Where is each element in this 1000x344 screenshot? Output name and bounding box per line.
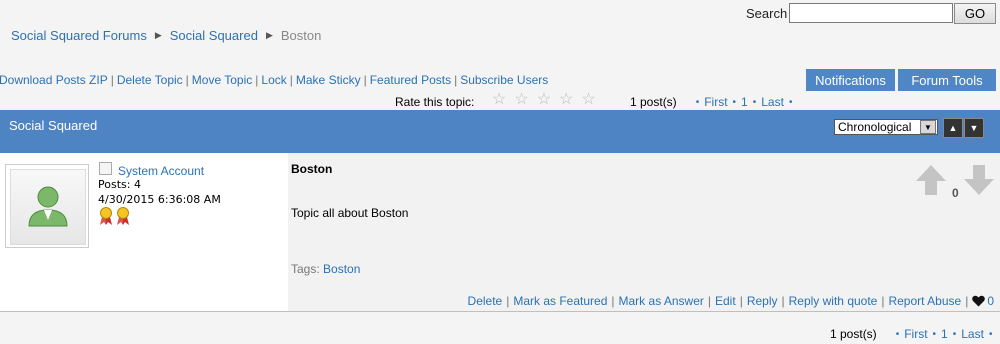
subscribe-users-link[interactable]: Subscribe Users — [460, 73, 548, 87]
post-tags: Tags: Boston — [291, 262, 360, 276]
vote-count: 0 — [952, 186, 959, 200]
make-sticky-link[interactable]: Make Sticky — [296, 73, 361, 87]
star-icon[interactable]: ☆ — [492, 89, 506, 109]
user-icon — [28, 186, 68, 227]
arrow-up-icon: ▲ — [948, 123, 958, 133]
reply-link[interactable]: Reply — [747, 294, 778, 308]
pager-last[interactable]: Last — [961, 327, 984, 341]
post-actions: Delete | Mark as Featured | Mark as Answer… — [467, 294, 994, 308]
sort-descending-button[interactable]: ▼ — [964, 118, 984, 138]
post-date: 4/30/2015 6:36:08 AM — [98, 193, 221, 206]
pager-first[interactable]: First — [704, 95, 727, 109]
breadcrumb-social-squared[interactable]: Social Squared — [170, 28, 258, 43]
breadcrumb: Social Squared Forums ▶ Social Squared ▶… — [11, 28, 321, 43]
tags-label: Tags: — [291, 262, 320, 276]
breadcrumb-forums[interactable]: Social Squared Forums — [11, 28, 147, 43]
badges — [99, 207, 130, 225]
avatar[interactable] — [5, 164, 89, 248]
bullet-icon: • — [988, 328, 993, 340]
star-icon[interactable]: ☆ — [581, 89, 595, 109]
tag-link[interactable]: Boston — [323, 262, 360, 276]
sort-ascending-button[interactable]: ▲ — [943, 118, 963, 138]
pager-bottom: 1 post(s) • First • 1 • Last • — [830, 327, 997, 341]
like-button[interactable]: 0 — [972, 294, 994, 308]
notifications-button[interactable]: Notifications — [806, 69, 895, 91]
star-icon[interactable]: ☆ — [537, 89, 551, 109]
forum-title: Social Squared — [9, 118, 98, 133]
delete-post-link[interactable]: Delete — [468, 294, 503, 308]
pager-last[interactable]: Last — [761, 95, 784, 109]
pager-first[interactable]: First — [904, 327, 927, 341]
breadcrumb-current: Boston — [280, 28, 322, 43]
pager-top: 1 post(s) • First • 1 • Last • — [630, 95, 797, 109]
author-name[interactable]: System Account — [118, 164, 204, 178]
rate-topic-label: Rate this topic: — [395, 95, 475, 109]
star-icon[interactable]: ☆ — [514, 89, 528, 109]
author-posts-count: Posts: 4 — [98, 178, 141, 191]
post-count: 1 post(s) — [630, 95, 677, 109]
chevron-right-icon: ▶ — [154, 30, 162, 40]
edit-link[interactable]: Edit — [715, 294, 736, 308]
post-count: 1 post(s) — [830, 327, 877, 341]
vote-up-button[interactable] — [914, 163, 948, 200]
bullet-icon: • — [932, 328, 937, 340]
mark-featured-link[interactable]: Mark as Featured — [513, 294, 607, 308]
lock-link[interactable]: Lock — [261, 73, 286, 87]
like-count[interactable]: 0 — [987, 294, 994, 308]
post-content-panel — [288, 153, 1000, 311]
medal-icon — [100, 207, 112, 225]
arrow-down-icon: ▼ — [969, 123, 979, 133]
topic-actions: Download Posts ZIP | Delete Topic | Move Top… — [0, 73, 549, 87]
chevron-right-icon: ▶ — [265, 30, 273, 40]
pager-page-1[interactable]: 1 — [741, 95, 748, 109]
medal-icon — [117, 207, 129, 225]
arrow-down-icon — [964, 165, 994, 195]
divider — [0, 311, 1000, 312]
forum-tools-button[interactable]: Forum Tools — [898, 69, 996, 91]
rating-stars: ☆ ☆ ☆ ☆ ☆ — [492, 89, 596, 109]
bullet-icon: • — [752, 96, 757, 108]
post-title: Boston — [291, 162, 333, 176]
search-label: Search — [746, 6, 788, 21]
move-topic-link[interactable]: Move Topic — [192, 73, 252, 87]
bullet-icon: • — [788, 96, 793, 108]
sort-order-value: Chronological — [838, 120, 912, 134]
pager-page-1[interactable]: 1 — [941, 327, 948, 341]
bullet-icon: • — [895, 328, 900, 340]
report-abuse-link[interactable]: Report Abuse — [888, 294, 961, 308]
search-input[interactable] — [789, 3, 953, 23]
bullet-icon: • — [732, 96, 737, 108]
delete-topic-link[interactable]: Delete Topic — [117, 73, 183, 87]
star-icon[interactable]: ☆ — [559, 89, 573, 109]
featured-posts-link[interactable]: Featured Posts — [370, 73, 451, 87]
bullet-icon: • — [952, 328, 957, 340]
reply-with-quote-link[interactable]: Reply with quote — [789, 294, 878, 308]
mark-answer-link[interactable]: Mark as Answer — [619, 294, 704, 308]
go-button[interactable]: GO — [954, 3, 996, 24]
heart-icon — [972, 295, 986, 307]
chevron-down-icon: ▼ — [920, 120, 936, 134]
select-post-checkbox[interactable] — [99, 162, 112, 175]
download-posts-zip-link[interactable]: Download Posts ZIP — [0, 73, 108, 87]
bullet-icon: • — [695, 96, 700, 108]
vote-down-button[interactable] — [962, 163, 996, 200]
post-body: Topic all about Boston — [291, 206, 409, 220]
sort-order-select[interactable]: Chronological ▼ — [834, 119, 938, 135]
arrow-up-icon — [916, 165, 946, 195]
